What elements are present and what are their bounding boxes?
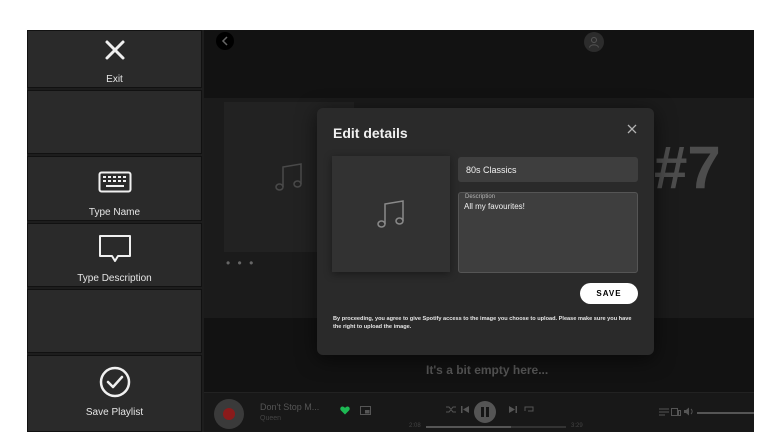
type-name-button[interactable]: Type Name xyxy=(27,156,202,221)
pause-icon xyxy=(481,407,489,417)
empty-playlist-text: It's a bit empty here... xyxy=(426,363,549,377)
upload-disclaimer: By proceeding, you agree to give Spotify… xyxy=(333,316,632,331)
close-dialog-button[interactable] xyxy=(625,122,639,136)
back-button[interactable] xyxy=(216,32,234,50)
music-note-icon xyxy=(377,200,404,228)
progress-fill xyxy=(426,426,512,428)
music-note-icon xyxy=(275,163,302,191)
devices-icon[interactable] xyxy=(671,408,681,416)
edit-details-dialog: Edit details Description All my favourit… xyxy=(317,108,654,355)
repeat-icon[interactable] xyxy=(524,405,534,414)
keyboard-icon xyxy=(98,171,131,193)
time-total: 3:29 xyxy=(571,423,583,429)
empty-tile xyxy=(27,90,202,154)
description-field[interactable]: Description All my favourites! xyxy=(458,192,638,273)
player-bar: Don't Stop M... Queen 2:08 3:29 xyxy=(204,392,754,432)
close-icon xyxy=(105,40,124,60)
dialog-title: Edit details xyxy=(333,125,408,141)
close-icon xyxy=(627,124,637,134)
shuffle-icon[interactable] xyxy=(446,405,456,414)
user-icon xyxy=(589,37,599,48)
previous-icon[interactable] xyxy=(461,405,469,414)
time-elapsed: 2:08 xyxy=(409,423,421,429)
track-title[interactable]: Don't Stop M... xyxy=(260,402,319,412)
save-button[interactable]: SAVE xyxy=(580,283,638,304)
queue-icon[interactable] xyxy=(659,408,669,416)
exit-button[interactable]: Exit xyxy=(27,30,202,88)
next-icon[interactable] xyxy=(509,405,517,414)
rank-text: #7 xyxy=(654,134,721,201)
app-frame: Exit Type Name Type Description Save Pla… xyxy=(27,30,754,432)
volume-icon[interactable] xyxy=(684,407,694,416)
type-description-button[interactable]: Type Description xyxy=(27,223,202,287)
type-name-label: Type Name xyxy=(88,207,141,218)
progress-bar[interactable] xyxy=(426,426,566,428)
save-playlist-label: Save Playlist xyxy=(85,407,144,418)
description-label: Description xyxy=(465,194,496,200)
volume-slider[interactable] xyxy=(697,412,754,414)
save-playlist-button[interactable]: Save Playlist xyxy=(27,355,202,432)
assistive-panel: Exit Type Name Type Description Save Pla… xyxy=(27,30,204,432)
pause-button[interactable] xyxy=(474,401,496,423)
chevron-left-icon xyxy=(221,36,228,46)
track-artist[interactable]: Queen xyxy=(260,415,281,422)
type-description-label: Type Description xyxy=(77,273,152,284)
speech-bubble-icon xyxy=(98,235,131,262)
description-input[interactable]: All my favourites! xyxy=(464,202,632,270)
playlist-name-input[interactable] xyxy=(458,157,638,182)
check-circle-icon xyxy=(99,366,130,398)
now-playing-art[interactable] xyxy=(214,399,244,429)
user-menu-button[interactable] xyxy=(584,32,604,52)
more-options-button[interactable]: • • • xyxy=(226,256,255,270)
exit-label: Exit xyxy=(106,74,123,85)
cover-image-picker[interactable] xyxy=(332,156,450,272)
picture-in-picture-icon[interactable] xyxy=(360,406,371,415)
empty-tile xyxy=(27,289,202,353)
heart-icon[interactable] xyxy=(340,406,350,415)
